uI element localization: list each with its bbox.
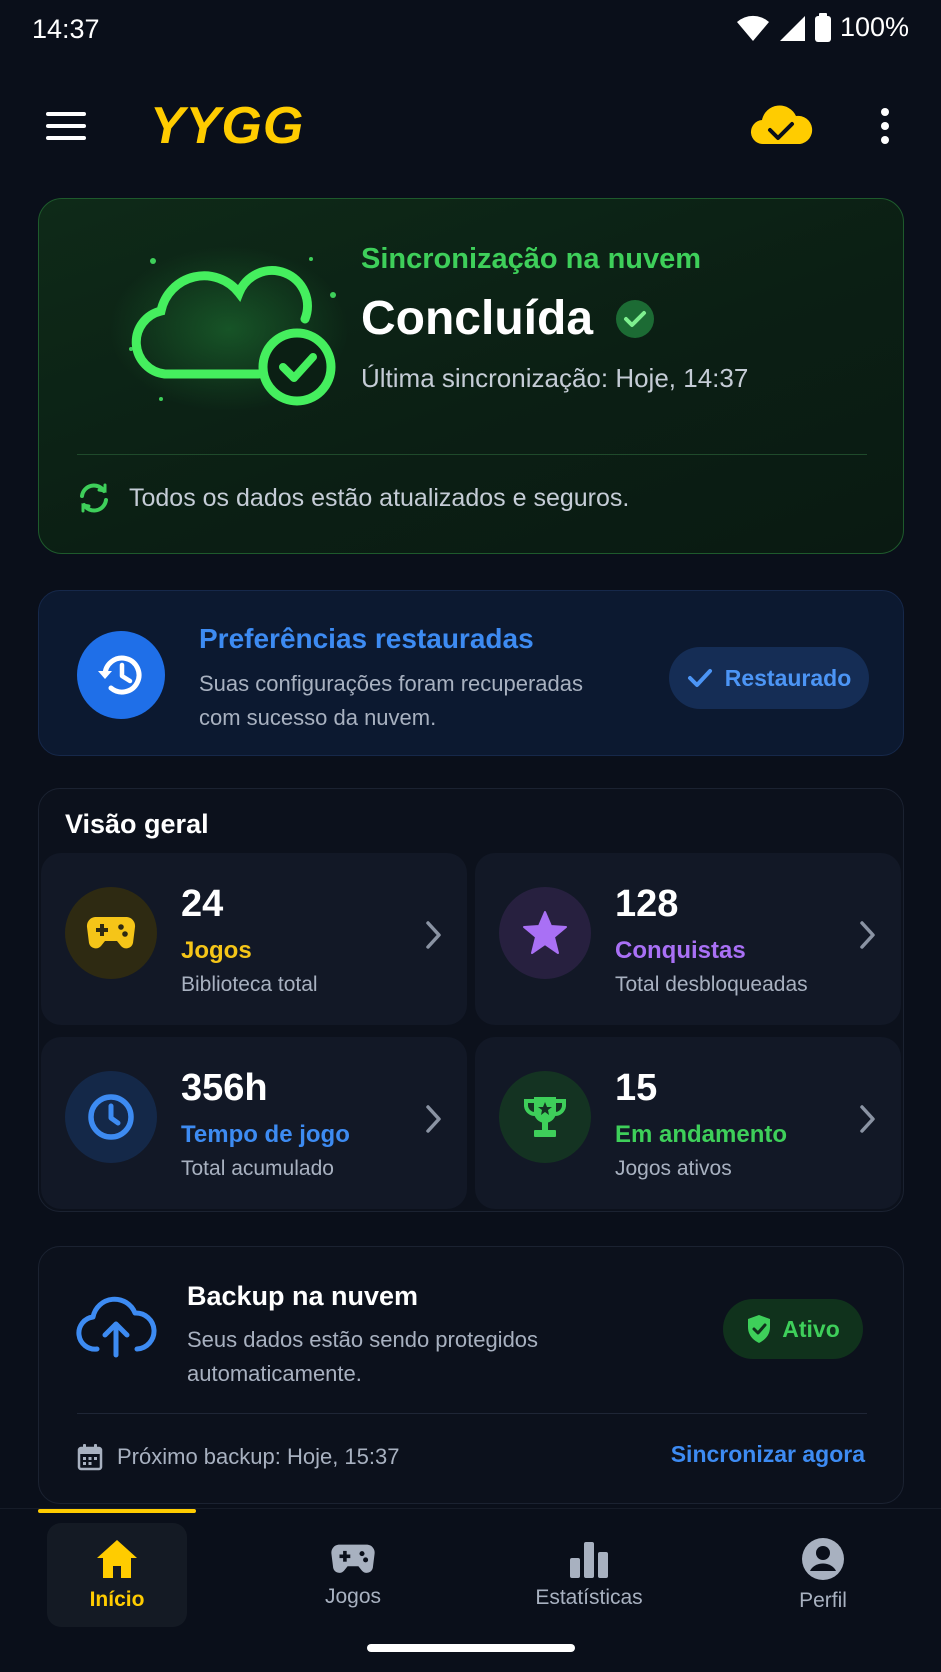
stat-label: Em andamento [615, 1121, 788, 1148]
bar-chart-icon [570, 1542, 608, 1578]
nav-label: Perfil [799, 1589, 847, 1612]
stat-sublabel: Total desbloqueadas [615, 973, 808, 996]
app-screen: 14:37 100% YYGG Sincronização na nuvem C… [0, 0, 941, 1672]
nav-item-statistics[interactable]: Estatísticas [519, 1523, 659, 1627]
sync-footer-text: Todos os dados estão atualizados e segur… [129, 483, 630, 512]
next-backup-text: Próximo backup: Hoje, 15:37 [117, 1444, 400, 1469]
stat-sublabel: Jogos ativos [615, 1157, 732, 1180]
signal-icon [779, 15, 805, 41]
active-tab-indicator [38, 1509, 196, 1513]
chevron-right-icon [426, 1105, 441, 1133]
check-icon [687, 669, 712, 687]
overview-title: Visão geral [65, 809, 209, 839]
nav-item-profile[interactable]: Perfil [753, 1523, 893, 1627]
clock-icon [88, 1094, 134, 1140]
sync-now-link[interactable]: Sincronizar agora [671, 1441, 865, 1468]
restore-icon-circle [77, 631, 165, 719]
trophy-icon [524, 1097, 566, 1137]
stat-label: Tempo de jogo [181, 1121, 350, 1148]
nav-label: Jogos [324, 1585, 382, 1608]
status-time: 14:37 [32, 14, 100, 44]
stat-sublabel: Total acumulado [181, 1157, 334, 1180]
shield-check-icon [748, 1315, 771, 1343]
star-icon [523, 911, 567, 954]
stat-card-in-progress[interactable]: 15 Em andamento Jogos ativos [475, 1037, 901, 1209]
sync-status-card: Sincronização na nuvem Concluída Última … [38, 198, 904, 554]
wifi-icon [736, 15, 769, 41]
app-bar: YYGG [0, 86, 941, 166]
sync-status-row: Concluída [361, 291, 655, 346]
chevron-right-icon [860, 921, 875, 949]
battery-icon [814, 12, 831, 42]
backup-description: Seus dados estão sendo protegidos automa… [187, 1327, 539, 1386]
cloud-check-icon[interactable] [748, 100, 814, 150]
overview-section: Visão geral 24 Jogos Biblioteca total 12… [38, 788, 904, 1212]
active-badge-label: Ativo [782, 1315, 840, 1342]
stat-value: 356h [181, 1067, 268, 1109]
stat-icon-circle [499, 887, 591, 979]
restore-history-icon [98, 655, 142, 695]
calendar-icon [77, 1444, 103, 1471]
stat-card-achievements[interactable]: 128 Conquistas Total desbloqueadas [475, 853, 901, 1025]
stat-icon-circle [65, 887, 157, 979]
last-sync-text: Última sincronização: Hoje, 14:37 [361, 363, 749, 393]
stat-value: 15 [615, 1067, 658, 1109]
profile-icon [802, 1538, 844, 1580]
sync-icon [80, 483, 108, 513]
next-backup-row: Próximo backup: Hoje, 15:37 [77, 1443, 400, 1471]
status-bar: 14:37 100% [0, 0, 941, 60]
more-vert-icon[interactable] [870, 104, 900, 148]
gamepad-icon [86, 917, 136, 949]
sync-status-text: Concluída [361, 292, 594, 345]
active-badge: Ativo [723, 1299, 863, 1359]
home-gesture-bar[interactable] [367, 1644, 575, 1652]
nav-item-home[interactable]: Início [47, 1523, 187, 1627]
stat-label: Jogos [181, 937, 252, 964]
preferences-title: Preferências restauradas [199, 623, 534, 654]
cloud-upload-icon [76, 1296, 157, 1358]
nav-label: Estatísticas [535, 1586, 643, 1609]
status-icons: 100% [736, 12, 909, 43]
divider [77, 454, 867, 455]
menu-icon[interactable] [44, 106, 88, 146]
backup-title: Backup na nuvem [187, 1281, 419, 1311]
nav-item-games[interactable]: Jogos [283, 1523, 423, 1627]
check-circle-icon [616, 299, 655, 338]
chevron-right-icon [860, 1105, 875, 1133]
preferences-description: Suas configurações foram recuperadas com… [199, 671, 583, 730]
sync-footer: Todos os dados estão atualizados e segur… [77, 481, 629, 515]
stat-card-games[interactable]: 24 Jogos Biblioteca total [41, 853, 467, 1025]
stat-value: 24 [181, 883, 224, 925]
stat-card-playtime[interactable]: 356h Tempo de jogo Total acumulado [41, 1037, 467, 1209]
sync-title: Sincronização na nuvem [361, 243, 702, 275]
gamepad-icon [331, 1544, 375, 1573]
preferences-restored-card[interactable]: Preferências restauradas Suas configuraç… [38, 590, 904, 756]
cloud-sync-check-icon [129, 257, 336, 406]
stat-value: 128 [615, 883, 679, 925]
stat-label: Conquistas [615, 937, 746, 964]
app-logo: YYGG [150, 97, 305, 155]
divider [77, 1413, 867, 1414]
nav-label: Início [89, 1588, 145, 1611]
cloud-backup-card: Backup na nuvem Seus dados estão sendo p… [38, 1246, 904, 1504]
restored-badge: Restaurado [669, 647, 869, 709]
stat-icon-circle [65, 1071, 157, 1163]
restored-badge-label: Restaurado [724, 664, 852, 691]
battery-level: 100% [839, 12, 909, 42]
stat-sublabel: Biblioteca total [181, 973, 318, 996]
home-icon [97, 1540, 137, 1578]
chevron-right-icon [426, 921, 441, 949]
stat-icon-circle [499, 1071, 591, 1163]
